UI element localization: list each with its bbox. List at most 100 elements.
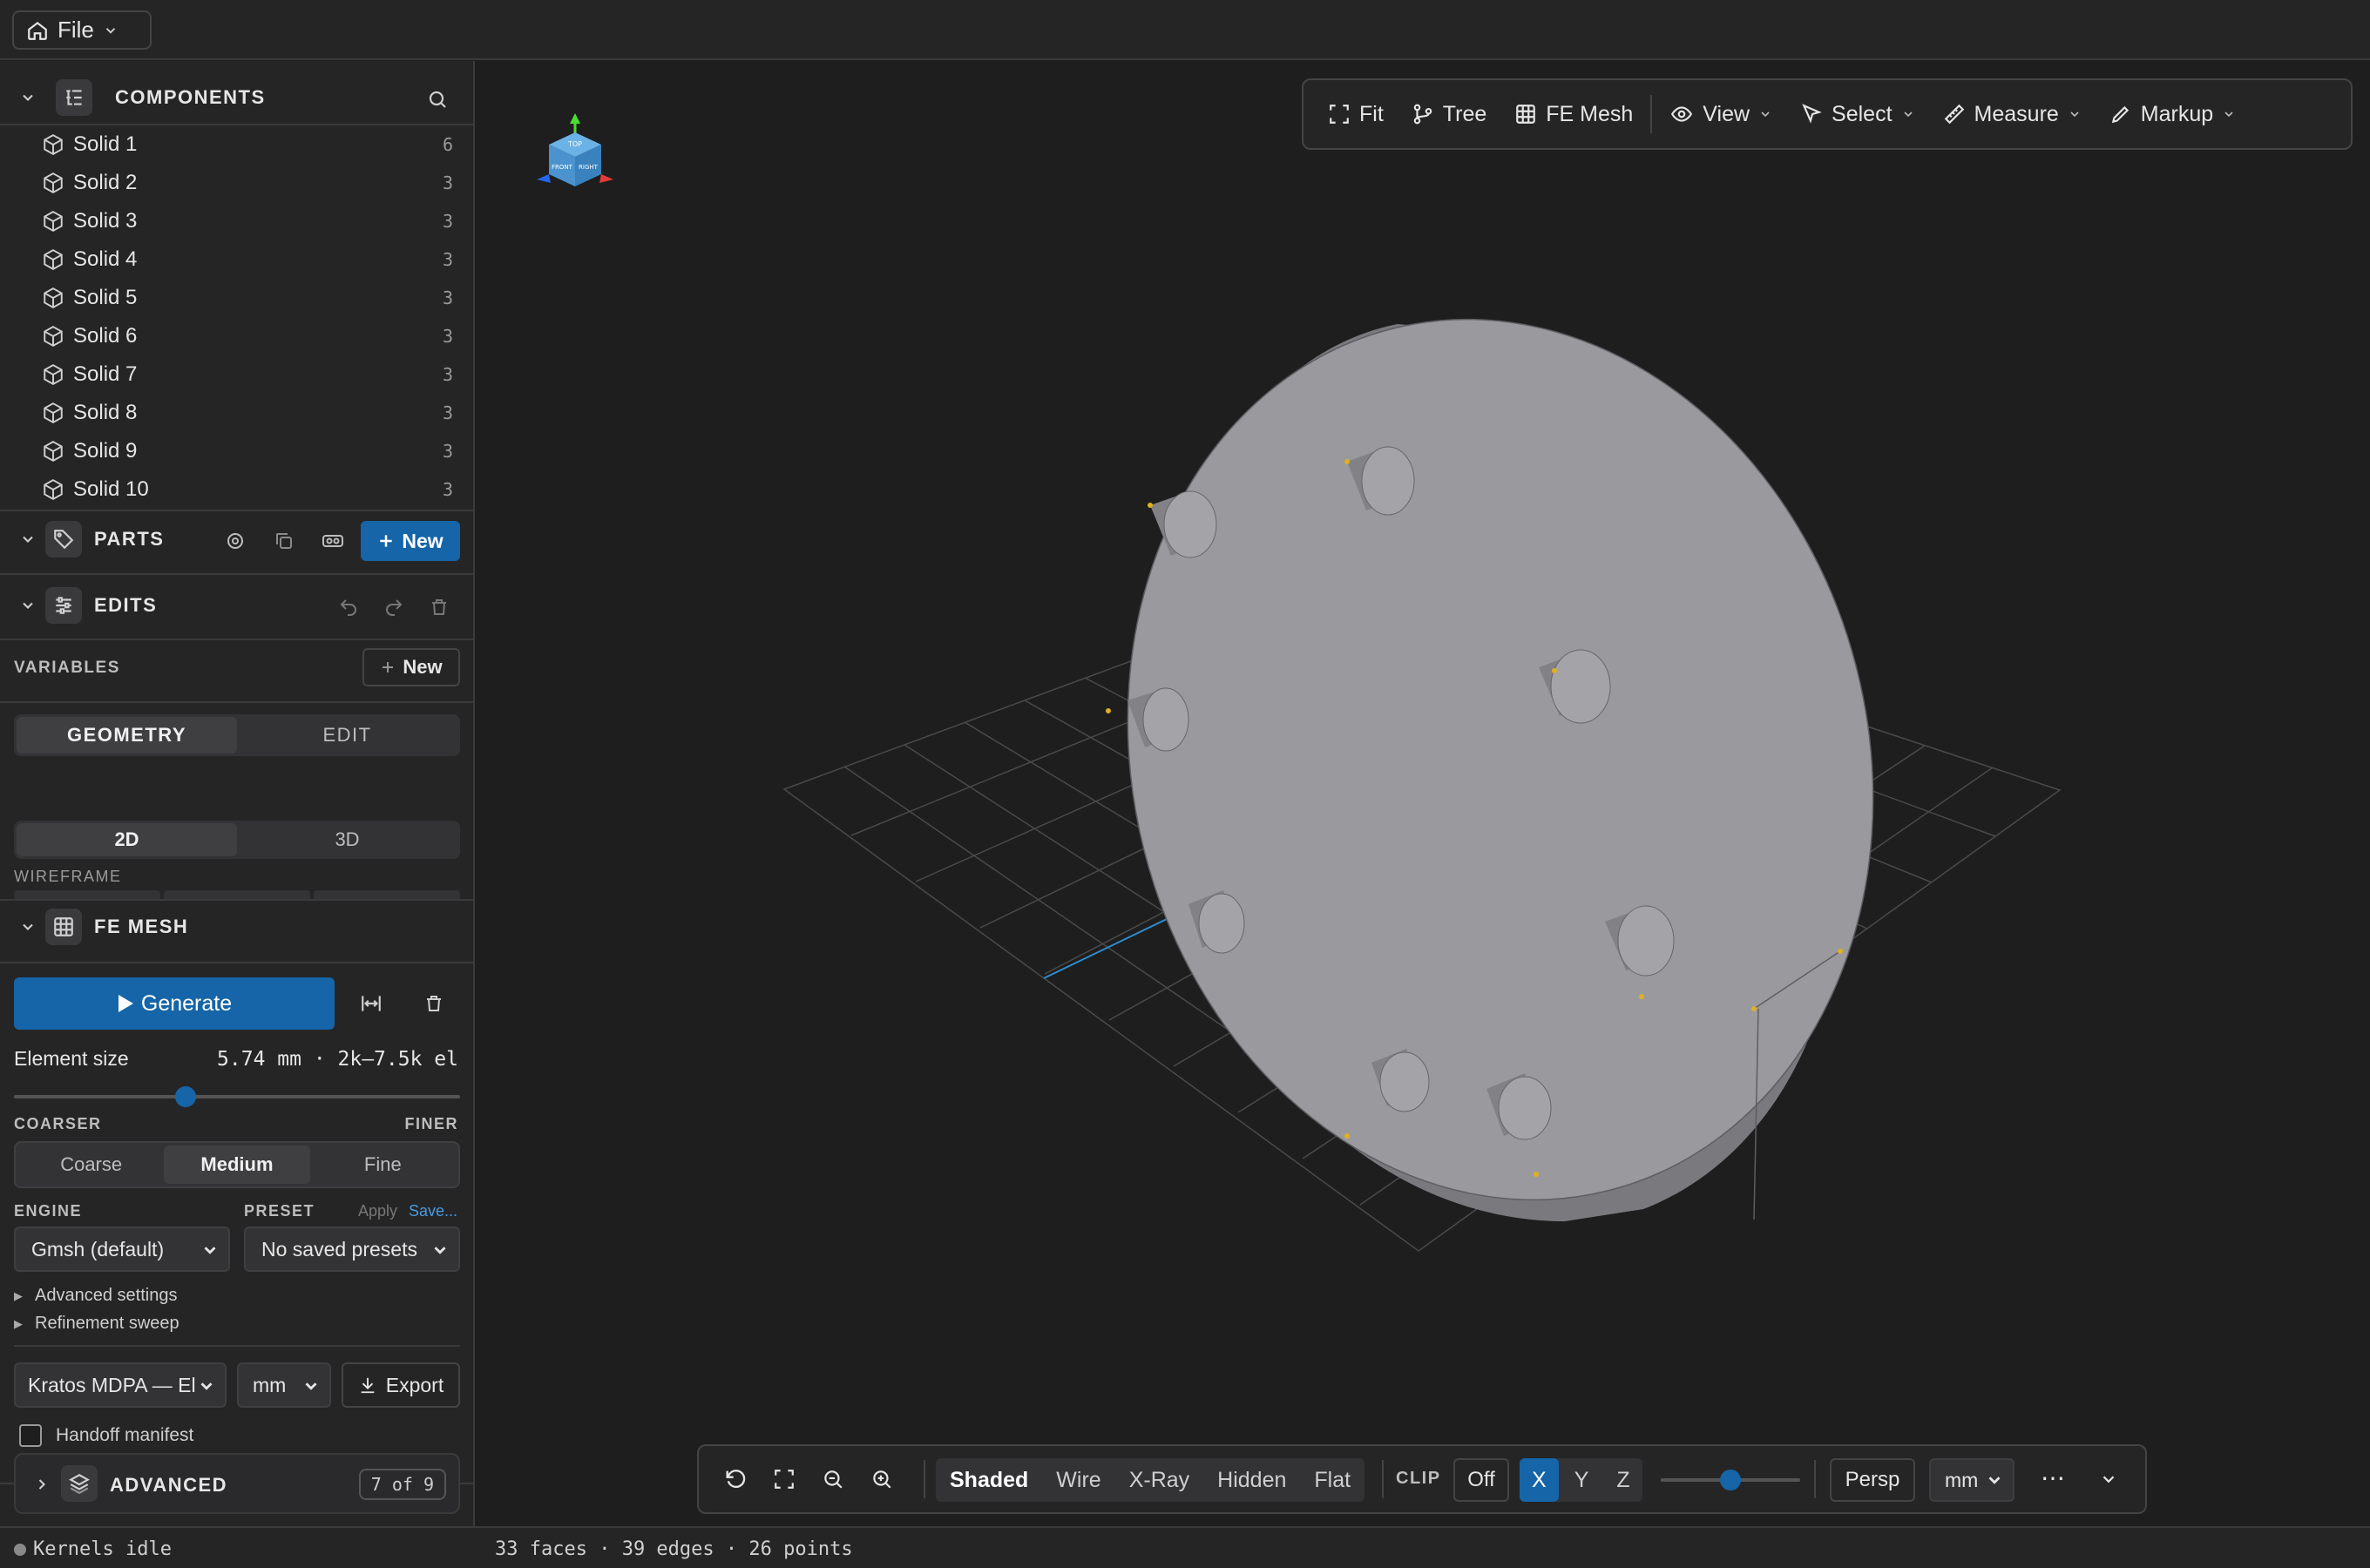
component-row[interactable]: Solid 3 3 [42,204,460,239]
clip-off-button[interactable]: Off [1453,1458,1509,1502]
wireframe-option[interactable] [14,890,160,899]
undo-button[interactable] [333,591,364,623]
link-button[interactable] [317,525,349,557]
refinement-sweep-toggle[interactable]: ▶ Refinement sweep [14,1314,179,1334]
components-header[interactable]: COMPONENTS [0,71,473,124]
advanced-section[interactable]: ADVANCED 7 of 9 [14,1453,460,1514]
render-flat[interactable]: Flat [1300,1458,1364,1502]
chevron-down-icon[interactable] [19,918,37,936]
markup-menu-button[interactable]: Markup [2096,88,2250,140]
zoom-out-button[interactable] [817,1463,849,1495]
density-medium[interactable]: Medium [164,1146,310,1184]
density-coarse[interactable]: Coarse [18,1146,164,1184]
chevron-down-icon[interactable] [19,597,37,614]
cube-icon [44,402,63,423]
dimension-tabs: 2D 3D [14,821,460,859]
fit-mesh-button[interactable] [356,988,387,1019]
parts-new-button[interactable]: New [361,521,460,561]
clip-axis-x[interactable]: X [1520,1458,1559,1502]
duplicate-button[interactable] [268,525,300,557]
measure-menu-button[interactable]: Measure [1929,88,2096,140]
scene[interactable] [476,61,2370,1526]
wireframe-option[interactable] [164,890,310,899]
component-row[interactable]: Solid 2 3 [42,166,460,200]
export-unit-select[interactable]: mm [237,1362,331,1408]
variables-new-button[interactable]: New [362,648,460,686]
component-row[interactable]: Solid 6 3 [42,319,460,354]
isolate-button[interactable] [220,525,251,557]
generate-button[interactable]: Generate [14,977,335,1030]
clip-axis-z[interactable]: Z [1604,1458,1642,1502]
element-size-label: Element size [14,1047,129,1070]
wireframe-option[interactable] [314,890,460,899]
component-row[interactable]: Solid 1 6 [42,127,460,162]
tab-edit[interactable]: EDIT [237,717,457,754]
element-size-slider[interactable] [14,1086,460,1107]
projection-button[interactable]: Persp [1830,1458,1915,1502]
density-fine[interactable]: Fine [310,1146,456,1184]
component-row[interactable]: Solid 5 3 [42,280,460,315]
component-row[interactable]: Solid 4 3 [42,242,460,277]
3d-viewport[interactable]: TOP FRONT RIGHT Fit Tree FE Mesh View Se… [476,61,2370,1526]
select-menu-button[interactable]: Select [1786,88,1928,140]
delete-edits-button[interactable] [423,591,455,623]
render-xray[interactable]: X-Ray [1115,1458,1203,1502]
toolbar-separator [1650,95,1653,133]
component-label: Solid 10 [73,477,149,501]
redo-button[interactable] [378,591,410,623]
variables-new-label: New [403,656,443,678]
clip-axis-y[interactable]: Y [1559,1458,1605,1502]
toolbar-separator [924,1460,925,1498]
component-label: Solid 7 [73,362,138,386]
component-row[interactable]: Solid 8 3 [42,395,460,430]
preset-save-link[interactable]: Save... [409,1202,457,1220]
handoff-checkbox[interactable] [19,1424,42,1447]
chevron-down-icon [2103,1476,2115,1484]
render-mode-selector: Shaded Wire X-Ray Hidden Flat [936,1458,1365,1502]
engine-value: Gmsh (default) [31,1237,165,1260]
slider-thumb[interactable] [1720,1470,1741,1490]
reset-view-button[interactable] [720,1463,751,1495]
export-button[interactable]: Export [342,1362,460,1408]
left-panel: COMPONENTS Solid 1 6 Solid 2 3 Solid 3 3 Solid… [0,61,475,1526]
fe-mesh-button[interactable]: FE Mesh [1500,88,1647,140]
femesh-header[interactable]: FE MESH [0,901,473,953]
slider-thumb[interactable] [174,1086,196,1107]
render-wire[interactable]: Wire [1042,1458,1114,1502]
units-select[interactable]: mm [1929,1458,2014,1502]
advanced-settings-toggle[interactable]: ▶ Advanced settings [14,1286,177,1306]
component-label: Solid 9 [73,439,138,463]
render-shaded[interactable]: Shaded [936,1458,1042,1502]
preset-apply-link[interactable]: Apply [358,1202,397,1220]
chevron-down-icon[interactable] [19,89,37,106]
component-row[interactable]: Solid 9 3 [42,434,460,469]
component-count: 3 [442,211,453,232]
search-icon[interactable] [427,89,448,110]
more-options-button[interactable]: ⋯ [2041,1463,2065,1492]
export-format-select[interactable]: Kratos MDPA — El [14,1362,227,1408]
tab-2d[interactable]: 2D [17,823,237,856]
delete-mesh-button[interactable] [418,988,450,1019]
clip-slider[interactable] [1661,1470,1800,1490]
engine-select[interactable]: Gmsh (default) [14,1227,230,1272]
component-row[interactable]: Solid 10 3 [42,472,460,507]
tab-3d[interactable]: 3D [237,823,457,856]
zoom-in-button[interactable] [866,1463,897,1495]
chevron-down-icon[interactable] [19,531,37,548]
component-row[interactable]: Solid 7 3 [42,357,460,392]
view-cube[interactable]: TOP FRONT RIGHT [532,110,619,200]
caret-right-icon: ▶ [14,1316,23,1330]
chevron-down-icon [1761,112,1770,118]
tree-button[interactable]: Tree [1398,88,1500,140]
preset-select[interactable]: No saved presets [244,1227,460,1272]
export-unit-value: mm [253,1373,287,1396]
view-menu-button[interactable]: View [1656,88,1786,140]
refinement-sweep-label: Refinement sweep [35,1314,179,1333]
file-menu-button[interactable]: File [12,10,152,50]
fullscreen-button[interactable] [769,1463,800,1495]
render-hidden[interactable]: Hidden [1203,1458,1300,1502]
tab-geometry[interactable]: GEOMETRY [17,717,237,754]
divider [0,701,473,703]
collapse-toolbar-button[interactable] [2093,1463,2124,1495]
fit-button[interactable]: Fit [1314,88,1398,140]
